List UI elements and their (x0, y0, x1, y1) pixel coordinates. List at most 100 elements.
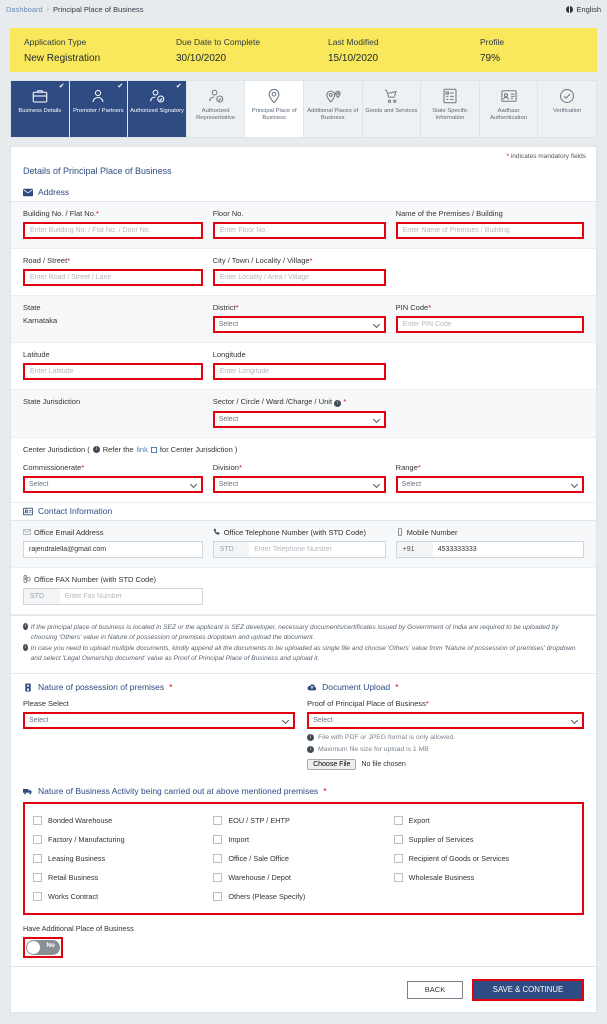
floor-no-input[interactable] (212, 222, 386, 239)
checkbox-box[interactable] (393, 835, 403, 845)
checkbox-box[interactable] (213, 816, 223, 826)
field-label: State Jurisdiction (23, 397, 81, 406)
tab-goods-and-services[interactable]: Goods and Services (363, 81, 422, 137)
checkbox-box[interactable] (33, 873, 42, 883)
additional-place-toggle-wrapper[interactable]: No (23, 937, 63, 959)
checkbox-box[interactable] (33, 854, 42, 864)
fax-input[interactable] (59, 588, 203, 605)
fax-std-prefix[interactable]: STD (23, 588, 60, 605)
summary-application-type: Application Type New Registration (24, 37, 176, 64)
proof-document-select[interactable]: Select (307, 712, 584, 730)
note-item: i If the principal place of business is … (23, 623, 584, 642)
possession-column: Nature of possession of premises * Pleas… (23, 682, 307, 770)
additional-place-toggle[interactable]: No (26, 940, 60, 956)
commissionerate-select[interactable]: Select (23, 476, 203, 493)
city-input[interactable] (212, 269, 386, 286)
checkbox-box[interactable] (213, 835, 223, 845)
field-label: Commissionerate* (23, 463, 85, 472)
checkbox-box[interactable] (213, 892, 223, 902)
mobile-number-input[interactable] (432, 541, 584, 558)
section-title: Address (38, 187, 70, 197)
tab-additional-places-of-business[interactable]: Additional Places of Business (304, 81, 363, 137)
checkbox-box[interactable] (393, 873, 403, 883)
checkbox-box[interactable] (393, 854, 403, 864)
file-picker[interactable]: Choose File No file chosen (307, 759, 584, 771)
telephone-std-prefix[interactable]: STD (212, 541, 250, 558)
checkbox-box[interactable] (393, 816, 403, 826)
checkbox-works-contract[interactable]: Works Contract (33, 887, 213, 906)
checkbox-retail-business[interactable]: Retail Business (33, 868, 213, 887)
field-premises-name: Name of the Premises / Building (395, 209, 584, 239)
checkbox-others-please-specify[interactable]: Others (Please Specify) (213, 887, 393, 906)
tab-label: Verification (552, 108, 582, 114)
checkbox-box[interactable] (213, 854, 223, 864)
field-label: State (23, 303, 41, 312)
district-select[interactable]: Select (212, 316, 386, 333)
back-button[interactable]: BACK (407, 980, 463, 999)
state-value: Karnataka (23, 316, 58, 325)
breadcrumb-dashboard-link[interactable]: Dashboard (6, 5, 43, 14)
choose-file-button[interactable]: Choose File (307, 759, 357, 771)
range-select[interactable]: Select (395, 476, 584, 493)
checkbox-box[interactable] (213, 873, 223, 883)
latitude-input[interactable] (23, 363, 203, 380)
telephone-input[interactable] (249, 541, 386, 558)
hint-text: Maximum file size for upload is 1 MB (318, 746, 429, 754)
field-office-fax: Office FAX Number (with STD Code) STD (23, 575, 213, 605)
proof-label: Proof of Principal Place of Business* (307, 699, 429, 709)
road-street-input[interactable] (23, 269, 203, 286)
sector-select[interactable]: Select (212, 411, 386, 428)
pin-code-input[interactable] (395, 316, 584, 333)
mandatory-note-text: indicates mandatory fields (510, 153, 586, 160)
tab-business-details[interactable]: ✔ Business Details (11, 81, 70, 137)
tab-aadhaar-authentication[interactable]: Aadhaar Authentication (480, 81, 539, 137)
checkbox-label: Supplier of Services (408, 835, 474, 845)
tab-authorized-representative[interactable]: Authorized Representative (187, 81, 246, 137)
checkbox-export[interactable]: Export (393, 811, 574, 830)
checkbox-leasing-business[interactable]: Leasing Business (33, 849, 213, 868)
checkbox-office-sale-office[interactable]: Office / Sale Office (213, 849, 393, 868)
checkbox-bonded-warehouse[interactable]: Bonded Warehouse (33, 811, 213, 830)
info-icon: i (23, 644, 28, 652)
checkbox-recipient-of-goods-or-services[interactable]: Recipient of Goods or Services (393, 849, 574, 868)
info-icon[interactable]: i (334, 400, 342, 407)
office-email-input[interactable] (23, 541, 203, 558)
checkbox-factory-manufacturing[interactable]: Factory / Manufacturing (33, 830, 213, 849)
field-city: City / Town / Locality / Village* (212, 256, 396, 286)
checkbox-box[interactable] (33, 816, 42, 826)
nature-of-possession-select[interactable]: Select (23, 712, 296, 730)
summary-label: Profile (480, 36, 505, 47)
checkbox-supplier-of-services[interactable]: Supplier of Services (393, 830, 574, 849)
page-title: Details of Principal Place of Business (23, 166, 172, 176)
possession-and-upload-section: Nature of possession of premises * Pleas… (11, 674, 596, 780)
tab-state-specific-information[interactable]: State Specific Information (421, 81, 480, 137)
tab-verification[interactable]: Verification (538, 81, 596, 137)
tab-authorized-signatory[interactable]: ✔ Authorized Signatory (128, 81, 187, 137)
external-link-icon[interactable] (150, 446, 157, 453)
checkbox-box[interactable] (33, 835, 42, 845)
field-label: Latitude (23, 350, 50, 359)
checkbox-label: Bonded Warehouse (48, 816, 113, 826)
save-continue-wrapper[interactable]: SAVE & CONTINUE (472, 978, 584, 1001)
field-sector: Sector / Circle / Ward /Charge / Unit i … (212, 397, 396, 428)
save-and-continue-button[interactable]: SAVE & CONTINUE (474, 980, 582, 999)
checkbox-warehouse-depot[interactable]: Warehouse / Depot (213, 868, 393, 887)
language-label: English (576, 4, 601, 14)
field-mobile-number: Mobile Number +91 (395, 528, 584, 558)
tab-principal-place-of-business[interactable]: Principal Place of Business (245, 81, 304, 137)
tab-promoter-partners[interactable]: ✔ Promoter / Partners (69, 81, 129, 137)
longitude-input[interactable] (212, 363, 386, 380)
division-select[interactable]: Select (212, 476, 386, 493)
center-jurisdiction-link[interactable]: link (137, 445, 148, 454)
checkbox-label: Leasing Business (48, 854, 106, 864)
checkbox-eou-stp-ehtp[interactable]: EOU / STP / EHTP (213, 811, 393, 830)
checkbox-box[interactable] (33, 892, 42, 902)
checkbox-import[interactable]: Import (213, 830, 393, 849)
premises-name-input[interactable] (395, 222, 584, 239)
note-text: In case you need to upload multiple docu… (30, 645, 576, 662)
language-selector[interactable]: English (566, 5, 601, 14)
hint-text: File with PDF or JPEG format is only all… (318, 734, 456, 742)
checkbox-wholesale-business[interactable]: Wholesale Business (393, 868, 574, 887)
building-no-input[interactable] (23, 222, 203, 239)
tab-label: Aadhaar Authentication (490, 108, 527, 122)
